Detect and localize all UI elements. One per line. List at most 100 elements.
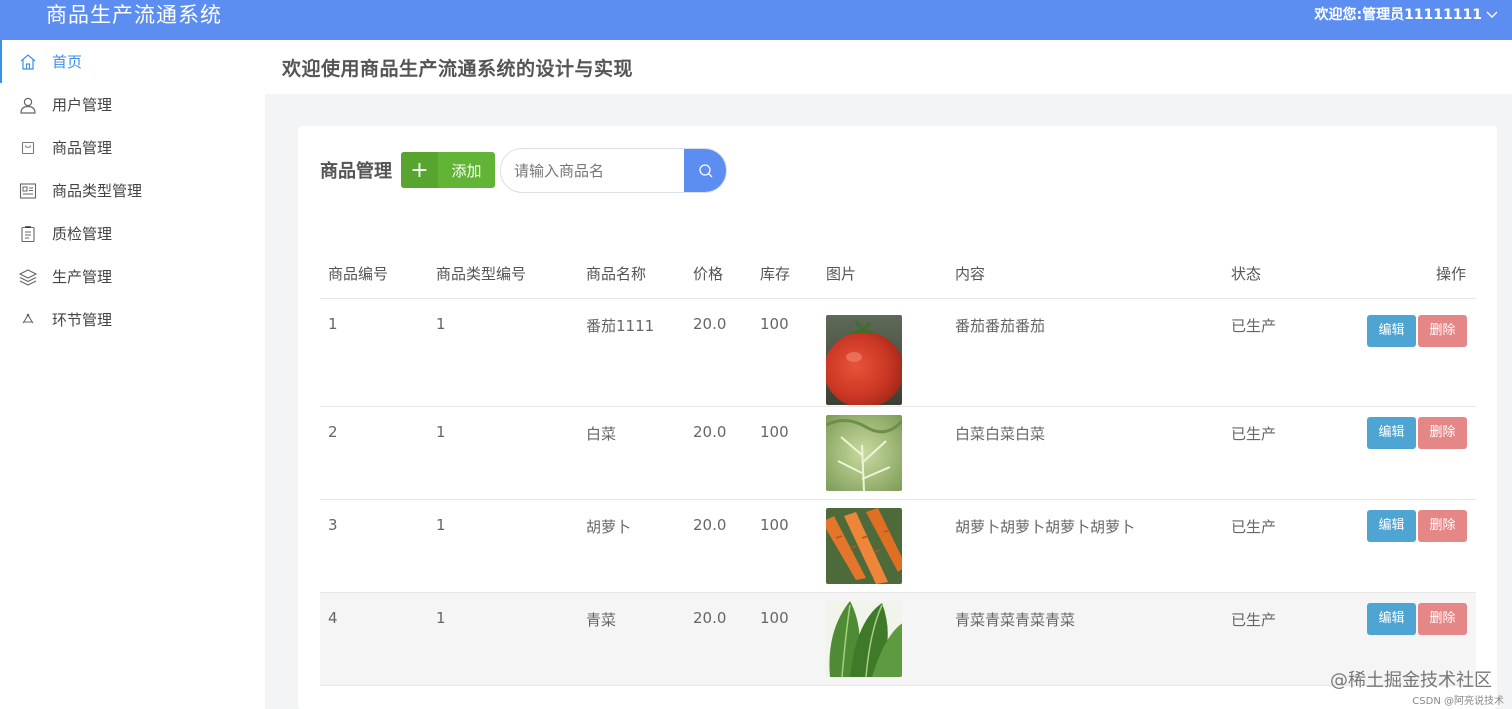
cell-name: 白菜 (578, 406, 685, 500)
bag-icon (18, 138, 38, 158)
cell-id: 3 (320, 499, 428, 593)
edit-button[interactable]: 编辑 (1367, 416, 1416, 449)
panel-title: 商品管理 (320, 161, 392, 182)
user-menu[interactable]: 欢迎您:管理员11111111 (1314, 6, 1498, 24)
delete-button[interactable]: 删除 (1418, 509, 1467, 542)
cell-content: 胡萝卜胡萝卜胡萝卜胡萝卜 (947, 499, 1223, 593)
watermark-sub: CSDN @阿亮说技术 (1412, 696, 1504, 707)
cell-actions: 编辑 删除 (1343, 298, 1476, 407)
search-input[interactable] (501, 149, 686, 192)
cell-type-id: 1 (428, 298, 578, 407)
cell-status: 已生产 (1223, 499, 1343, 593)
col-header-stock: 库存 (752, 250, 818, 299)
table-header-row: 商品编号 商品类型编号 商品名称 价格 库存 图片 内容 状态 操作 (320, 250, 1476, 299)
cell-content: 番茄番茄番茄 (947, 298, 1223, 407)
cell-type-id: 1 (428, 406, 578, 500)
edit-button[interactable]: 编辑 (1367, 602, 1416, 635)
plus-icon: + (401, 152, 438, 188)
cell-image (818, 592, 947, 686)
home-icon (18, 52, 38, 72)
cell-status: 已生产 (1223, 298, 1343, 407)
delete-button[interactable]: 删除 (1418, 416, 1467, 449)
cell-type-id: 1 (428, 592, 578, 686)
cell-price: 20.0 (685, 298, 752, 407)
sidebar-item-users[interactable]: 用户管理 (0, 83, 265, 126)
tomato-image (826, 314, 902, 405)
table-row: 3 1 胡萝卜 20.0 100 胡萝卜胡萝卜胡萝卜胡萝卜 已生产 编辑 删除 (320, 499, 1476, 593)
table-row: 1 1 番茄1111 20.0 100 番茄番茄番茄 已生产 编辑 删除 (320, 298, 1476, 407)
goods-panel: 商品管理 + 添加 商品编号 商品类型编号 商品名称 价格 库存 图片 内容 状… (298, 126, 1497, 709)
add-button[interactable]: + 添加 (401, 152, 495, 188)
col-header-image: 图片 (818, 250, 947, 299)
col-header-price: 价格 (685, 250, 752, 299)
delete-button[interactable]: 删除 (1418, 314, 1467, 347)
app-title: 商品生产流通系统 (46, 3, 222, 27)
cell-stock: 100 (752, 406, 818, 500)
search-button[interactable] (684, 149, 726, 192)
sidebar-item-label: 首页 (52, 53, 83, 71)
cell-actions: 编辑 删除 (1343, 406, 1476, 500)
col-header-status: 状态 (1223, 250, 1343, 299)
cell-content: 白菜白菜白菜 (947, 406, 1223, 500)
cell-content: 青菜青菜青菜青菜 (947, 592, 1223, 686)
clipboard-icon (18, 224, 38, 244)
col-header-actions: 操作 (1343, 250, 1476, 299)
recycle-icon (18, 310, 38, 330)
cell-price: 20.0 (685, 592, 752, 686)
top-bar: 商品生产流通系统 欢迎您:管理员11111111 (0, 0, 1512, 40)
table-row: 4 1 青菜 20.0 100 青菜青菜青菜青菜 已生产 编辑 删除 (320, 592, 1476, 686)
sidebar-item-quality[interactable]: 质检管理 (0, 212, 265, 255)
sidebar-item-label: 商品类型管理 (52, 182, 143, 200)
col-header-type-id: 商品类型编号 (428, 250, 578, 299)
col-header-id: 商品编号 (320, 250, 428, 299)
search-icon (698, 163, 712, 177)
cell-image (818, 499, 947, 593)
page-title: 欢迎使用商品生产流通系统的设计与实现 (282, 58, 634, 80)
cell-price: 20.0 (685, 499, 752, 593)
cell-status: 已生产 (1223, 406, 1343, 500)
cabbage-image (826, 414, 902, 491)
chevron-down-icon (1486, 11, 1498, 18)
cell-price: 20.0 (685, 406, 752, 500)
sidebar-item-production[interactable]: 生产管理 (0, 255, 265, 298)
search-box (500, 148, 727, 193)
cell-id: 4 (320, 592, 428, 686)
col-header-content: 内容 (947, 250, 1223, 299)
user-label: 欢迎您:管理员11111111 (1314, 7, 1482, 23)
cell-image (818, 298, 947, 407)
sidebar-item-home[interactable]: 首页 (0, 40, 265, 83)
delete-button[interactable]: 删除 (1418, 602, 1467, 635)
cell-actions: 编辑 删除 (1343, 499, 1476, 593)
cell-image (818, 406, 947, 500)
carrot-image (826, 507, 902, 584)
goods-table: 商品编号 商品类型编号 商品名称 价格 库存 图片 内容 状态 操作 1 1 番… (320, 250, 1476, 686)
cell-id: 2 (320, 406, 428, 500)
sidebar: 首页 用户管理 商品管理 商品类型管理 质检管理 生产管理 环节管理 (0, 40, 265, 709)
greens-image (826, 600, 902, 677)
add-button-label: 添加 (451, 161, 482, 180)
col-header-name: 商品名称 (578, 250, 685, 299)
page-header: 欢迎使用商品生产流通系统的设计与实现 (265, 40, 1512, 94)
cell-type-id: 1 (428, 499, 578, 593)
watermark: @稀土掘金技术社区 (1330, 670, 1492, 691)
cell-stock: 100 (752, 499, 818, 593)
cell-status: 已生产 (1223, 592, 1343, 686)
cell-stock: 100 (752, 592, 818, 686)
edit-button[interactable]: 编辑 (1367, 509, 1416, 542)
sidebar-item-label: 环节管理 (52, 311, 113, 329)
table-row: 2 1 白菜 20.0 100 白菜白菜白菜 已生产 编辑 删除 (320, 406, 1476, 500)
cell-name: 青菜 (578, 592, 685, 686)
edit-button[interactable]: 编辑 (1367, 314, 1416, 347)
cell-name: 番茄1111 (578, 298, 685, 407)
sidebar-item-label: 商品管理 (52, 139, 113, 157)
layers-icon (18, 267, 38, 287)
sidebar-item-label: 生产管理 (52, 268, 113, 286)
cell-stock: 100 (752, 298, 818, 407)
sidebar-item-goods-type[interactable]: 商品类型管理 (0, 169, 265, 212)
sidebar-item-goods[interactable]: 商品管理 (0, 126, 265, 169)
user-icon (18, 95, 38, 115)
sidebar-item-stage[interactable]: 环节管理 (0, 298, 265, 341)
cell-name: 胡萝卜 (578, 499, 685, 593)
sidebar-item-label: 质检管理 (52, 225, 113, 243)
sidebar-item-label: 用户管理 (52, 96, 113, 114)
